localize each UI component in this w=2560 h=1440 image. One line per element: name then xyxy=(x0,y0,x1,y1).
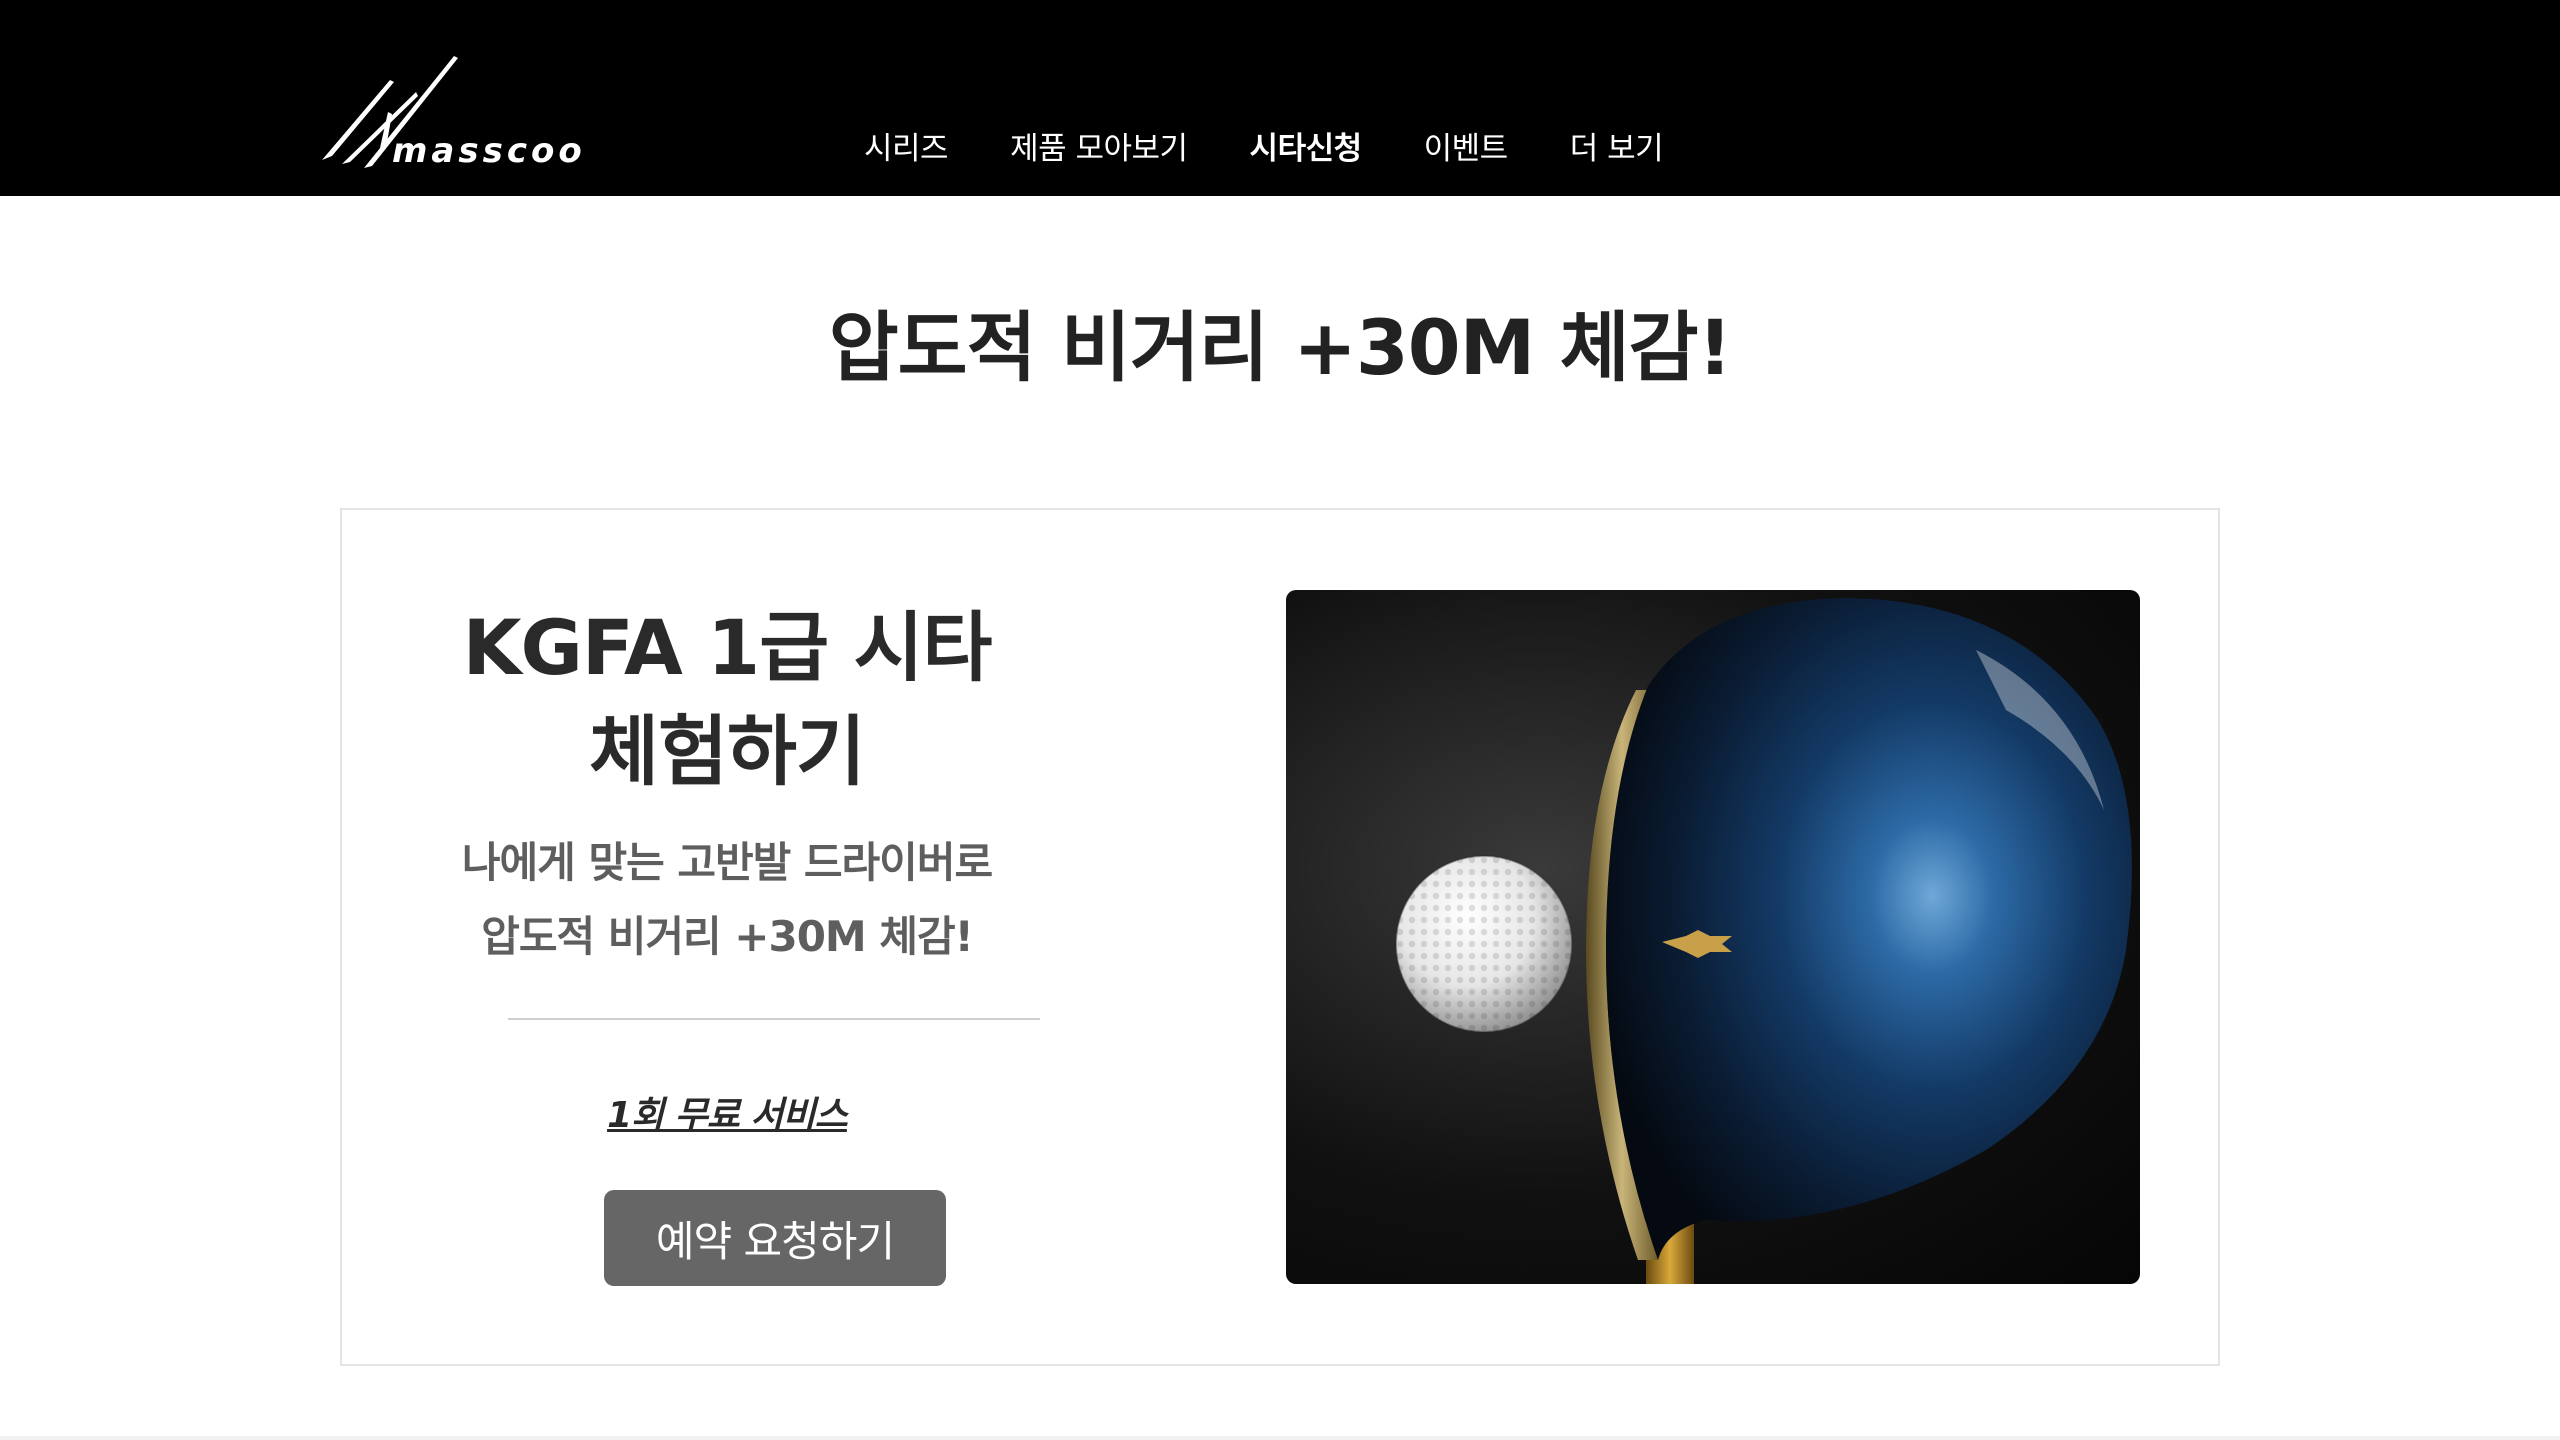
site-header: masscoo 시리즈 제품 모아보기 시타신청 이벤트 더 보기 xyxy=(0,0,2560,196)
page-title: 압도적 비거리 +30M 체감! xyxy=(828,303,1732,392)
card-title-line2: 체험하기 xyxy=(589,707,866,796)
footer-divider xyxy=(0,1436,2560,1440)
nav-item-more[interactable]: 더 보기 xyxy=(1570,123,1664,168)
test-drive-card: KGFA 1급 시타 체험하기 나에게 맞는 고반발 드라이버로 압도적 비거리… xyxy=(340,508,2220,1366)
card-subtitle-line1: 나에게 맞는 고반발 드라이버로 xyxy=(461,838,993,887)
main-nav: 시리즈 제품 모아보기 시타신청 이벤트 더 보기 xyxy=(864,120,1725,170)
reserve-request-button[interactable]: 예약 요청하기 xyxy=(604,1190,946,1286)
card-subtitle-line2: 압도적 비거리 +30M 체감! xyxy=(481,912,974,961)
divider xyxy=(508,1018,1040,1020)
masscoo-logo[interactable]: masscoo xyxy=(320,52,684,170)
nav-item-series[interactable]: 시리즈 xyxy=(864,123,949,168)
product-image xyxy=(1286,590,2140,1284)
card-title: KGFA 1급 시타 체험하기 xyxy=(402,596,1052,804)
card-title-line1: KGFA 1급 시타 xyxy=(462,603,993,692)
nav-item-events[interactable]: 이벤트 xyxy=(1424,123,1509,168)
free-service-link[interactable]: 1회 무료 서비스 xyxy=(402,1086,1052,1138)
golf-driver-illustration xyxy=(1395,598,2132,1284)
nav-item-test-drive[interactable]: 시타신청 xyxy=(1250,123,1363,168)
brand-wordmark: masscoo xyxy=(392,131,586,170)
nav-item-products[interactable]: 제품 모아보기 xyxy=(1010,123,1188,168)
card-subtitle: 나에게 맞는 고반발 드라이버로 압도적 비거리 +30M 체감! xyxy=(402,826,1052,974)
